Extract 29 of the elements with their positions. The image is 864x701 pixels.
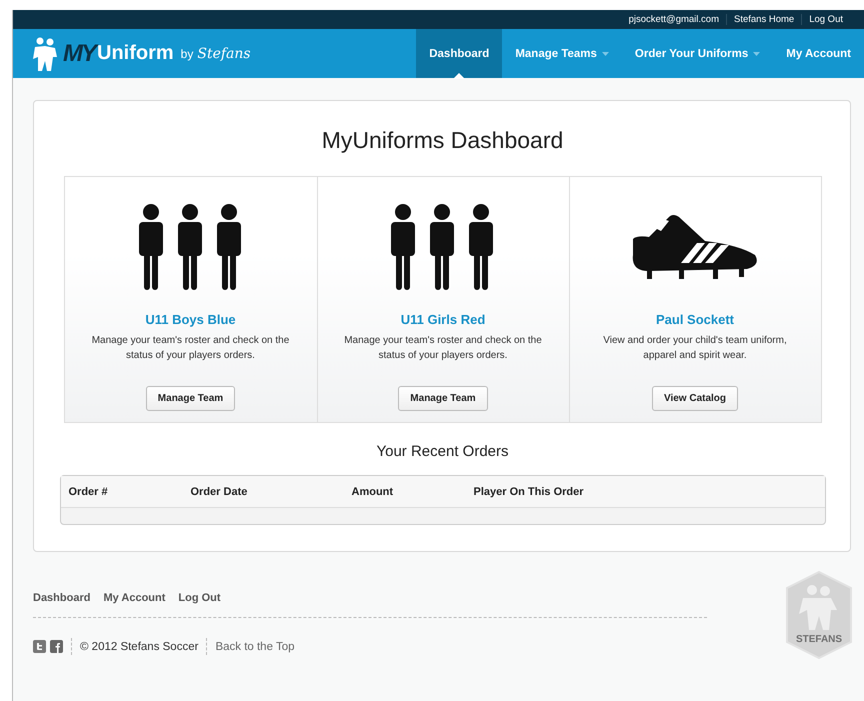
footer-link[interactable]: Dashboard bbox=[33, 592, 90, 604]
logo-brand: Stefans bbox=[197, 46, 251, 62]
players-logo-icon bbox=[31, 36, 59, 70]
logo-word: Uniform bbox=[97, 42, 174, 65]
logo-by: by bbox=[180, 46, 194, 60]
copyright-text: © 2012 Stefans Soccer bbox=[80, 640, 198, 652]
footer-link[interactable]: Log Out bbox=[178, 592, 221, 604]
facebook-icon[interactable] bbox=[50, 640, 63, 653]
top-link[interactable]: Stefans Home bbox=[726, 14, 802, 25]
column-header: Order # bbox=[68, 486, 109, 498]
section-title: Your Recent Orders bbox=[376, 443, 508, 460]
footer-link[interactable]: My Account bbox=[103, 592, 166, 604]
twitter-icon[interactable] bbox=[33, 640, 46, 653]
back-to-top-link[interactable]: Back to the Top bbox=[215, 640, 294, 652]
logo-mark: MY bbox=[63, 40, 95, 68]
column-header: Order Date bbox=[190, 486, 248, 498]
column-header: Amount bbox=[352, 486, 394, 498]
column-header: Player On This Order bbox=[474, 486, 585, 498]
top-link[interactable]: Log Out bbox=[801, 14, 850, 25]
top-link[interactable]: pjsockett@gmail.com bbox=[622, 14, 726, 25]
tile-button[interactable]: Manage Team bbox=[146, 386, 236, 411]
page-title: MyUniforms Dashboard bbox=[322, 127, 564, 154]
tile-description: Manage your team's roster and check on the status of your players orders. bbox=[343, 334, 543, 363]
tile-button[interactable]: View Catalog bbox=[652, 386, 738, 411]
tile-button[interactable]: Manage Team bbox=[398, 386, 488, 411]
shield-badge: STEFANS bbox=[785, 570, 853, 660]
nav-tab[interactable]: Dashboard bbox=[416, 29, 502, 78]
tile-description: Manage your team's roster and check on the status of your players orders. bbox=[90, 334, 290, 363]
tile-description: View and order your child's team uniform, apparel and spirit wear. bbox=[602, 334, 788, 363]
